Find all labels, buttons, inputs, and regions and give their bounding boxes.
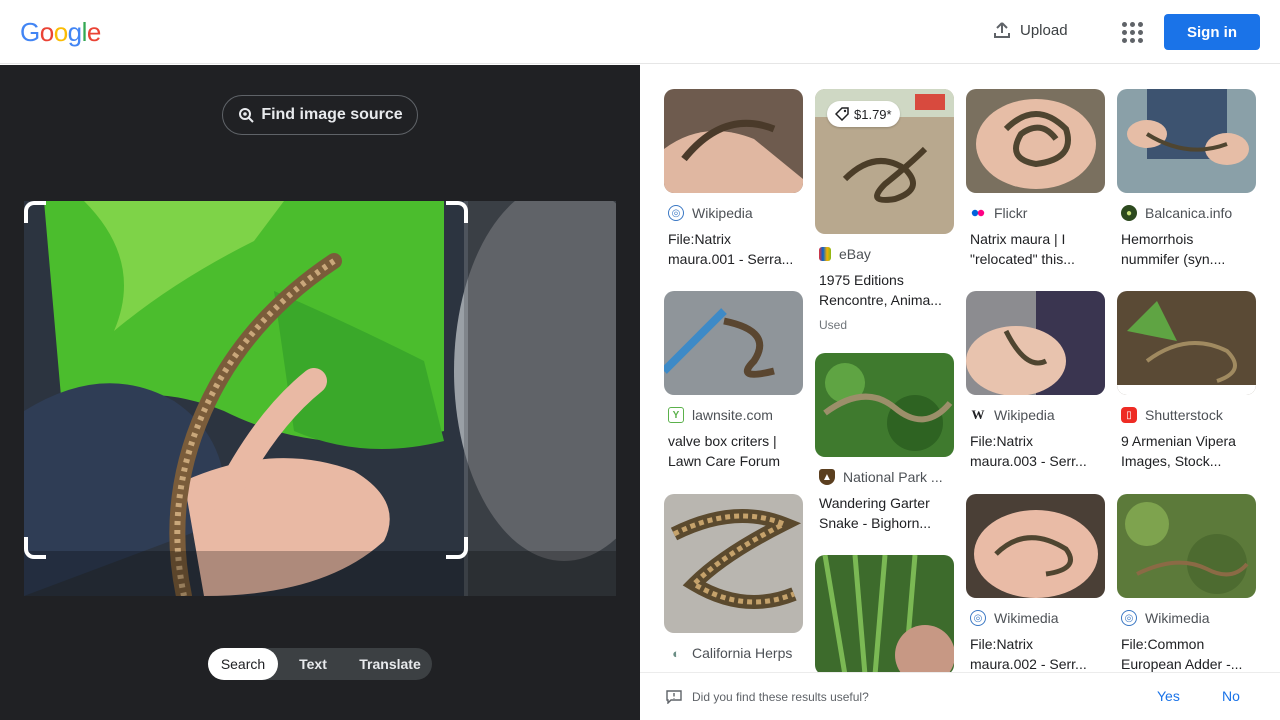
- image-preview-panel: Find image source Search Text Translate: [0, 65, 640, 720]
- result-thumbnail[interactable]: [966, 494, 1105, 598]
- feedback-yes-button[interactable]: Yes: [1157, 688, 1180, 704]
- price-badge: $1.79*: [827, 101, 900, 127]
- mode-switcher: Search Text Translate: [208, 648, 432, 680]
- result-card[interactable]: ● Balcanica.info Hemorrhois nummifer (syn.…: [1117, 89, 1256, 269]
- feedback-bar: Did you find these results useful? Yes N…: [640, 672, 1280, 720]
- result-title[interactable]: File:Natrix maura.001 - Serra...: [664, 229, 803, 269]
- result-thumbnail[interactable]: [966, 291, 1105, 395]
- crop-selection-box[interactable]: [24, 201, 468, 559]
- upload-label: Upload: [1020, 21, 1068, 39]
- calherps-icon: ◐: [668, 645, 684, 661]
- lens-search-icon: [239, 108, 255, 123]
- wikimedia-icon: ◎: [1121, 610, 1137, 626]
- result-thumbnail[interactable]: [966, 89, 1105, 193]
- result-source: lawnsite.com: [692, 407, 773, 423]
- result-title[interactable]: 9 Armenian Vipera Images, Stock...: [1117, 431, 1256, 471]
- header: Google Upload Sign in: [0, 0, 1280, 64]
- result-title[interactable]: Natrix maura | I "relocated" this...: [966, 229, 1105, 269]
- result-thumbnail[interactable]: [1117, 291, 1256, 395]
- price-value: $1.79*: [854, 106, 892, 122]
- mode-translate-tab[interactable]: Translate: [348, 648, 432, 680]
- logo-letter-g2: g: [67, 17, 82, 47]
- result-title[interactable]: Hemorrhois nummifer (syn....: [1117, 229, 1256, 269]
- wikipedia-w-icon: W: [970, 407, 986, 423]
- flickr-icon: [970, 205, 986, 221]
- result-source: Flickr: [994, 205, 1028, 221]
- crop-handle-top-right[interactable]: [446, 201, 468, 223]
- result-card[interactable]: ◎ Wikimedia File:Natrix maura.002 - Serr..…: [966, 494, 1105, 672]
- logo-letter-o2: o: [53, 17, 68, 47]
- result-source: eBay: [839, 246, 871, 262]
- nps-icon: ▲: [819, 469, 835, 485]
- crop-handle-bottom-left[interactable]: [24, 537, 46, 559]
- find-image-source-button[interactable]: Find image source: [222, 95, 418, 135]
- result-thumbnail[interactable]: [1117, 494, 1256, 598]
- result-source: Balcanica.info: [1145, 205, 1233, 221]
- mode-text-tab[interactable]: Text: [278, 648, 348, 680]
- result-title[interactable]: File:Natrix maura.003 - Serr...: [966, 431, 1105, 471]
- result-thumbnail[interactable]: [664, 494, 803, 633]
- feedback-no-button[interactable]: No: [1222, 688, 1240, 704]
- result-thumbnail[interactable]: [815, 555, 954, 672]
- wikimedia-icon: ◎: [970, 610, 986, 626]
- result-card[interactable]: Ylawnsite.com valve box criters | Lawn Ca…: [664, 291, 803, 471]
- result-card[interactable]: W Wikipedia File:Natrix maura.003 - Serr..…: [966, 291, 1105, 471]
- apps-grid-icon[interactable]: [1120, 20, 1144, 44]
- result-card[interactable]: ▲ National Park ... Wandering Garter Snake…: [815, 353, 954, 533]
- result-card[interactable]: $1.79* eBay 1975 Editions Rencontre, Anim…: [815, 89, 954, 332]
- result-card[interactable]: Flickr Natrix maura | I "relocated" this.…: [966, 89, 1105, 269]
- upload-icon: [994, 22, 1010, 38]
- sign-in-button[interactable]: Sign in: [1164, 14, 1260, 50]
- result-source: Wikimedia: [994, 610, 1059, 626]
- result-source: Wikipedia: [692, 205, 753, 221]
- shutterstock-icon: ▯: [1121, 407, 1137, 423]
- result-title[interactable]: File:Natrix maura.002 - Serr...: [966, 634, 1105, 672]
- result-thumbnail[interactable]: [815, 353, 954, 457]
- result-source: National Park ...: [843, 469, 943, 485]
- logo-letter-g: G: [20, 17, 40, 47]
- result-card[interactable]: ◎ Wikipedia File:Natrix maura.001 - Serra.…: [664, 89, 803, 269]
- result-card[interactable]: ◎ Wikimedia File:Common European Adder -..…: [1117, 494, 1256, 672]
- result-title[interactable]: valve box criters | Lawn Care Forum: [664, 431, 803, 471]
- result-card[interactable]: [815, 555, 954, 672]
- feedback-icon: [666, 689, 682, 704]
- result-thumbnail[interactable]: [1117, 89, 1256, 193]
- result-source: Wikimedia: [1145, 610, 1210, 626]
- ebay-icon: [819, 247, 831, 261]
- find-image-source-label: Find image source: [261, 106, 403, 123]
- result-source: Shutterstock: [1145, 407, 1223, 423]
- wikipedia-icon: ◎: [668, 205, 684, 221]
- result-title[interactable]: Wandering Garter Snake - Bighorn...: [815, 493, 954, 533]
- result-title[interactable]: File:Common European Adder -...: [1117, 634, 1256, 672]
- feedback-question: Did you find these results useful?: [692, 689, 869, 704]
- mode-search-tab[interactable]: Search: [208, 648, 278, 680]
- result-card[interactable]: ◐ California Herps: [664, 494, 803, 661]
- result-thumbnail[interactable]: [664, 291, 803, 395]
- result-thumbnail[interactable]: $1.79*: [815, 89, 954, 234]
- crop-handle-top-left[interactable]: [24, 201, 46, 223]
- google-logo[interactable]: Google: [20, 17, 101, 48]
- logo-letter-o1: o: [39, 17, 54, 47]
- crop-handle-bottom-right[interactable]: [446, 537, 468, 559]
- result-source: Wikipedia: [994, 407, 1055, 423]
- upload-button[interactable]: Upload: [992, 20, 1068, 40]
- result-condition: Used: [819, 318, 848, 332]
- price-tag-icon: [835, 107, 849, 121]
- result-card[interactable]: ▯ Shutterstock 9 Armenian Vipera Images, S…: [1117, 291, 1256, 471]
- result-thumbnail[interactable]: [664, 89, 803, 193]
- result-source: California Herps: [692, 645, 793, 661]
- lawnsite-icon: Y: [668, 407, 684, 423]
- balcanica-icon: ●: [1121, 205, 1137, 221]
- visual-matches-panel: ◎ Wikipedia File:Natrix maura.001 - Serra.…: [640, 65, 1280, 672]
- logo-letter-e: e: [86, 17, 101, 47]
- result-title[interactable]: 1975 Editions Rencontre, Anima...: [815, 270, 954, 310]
